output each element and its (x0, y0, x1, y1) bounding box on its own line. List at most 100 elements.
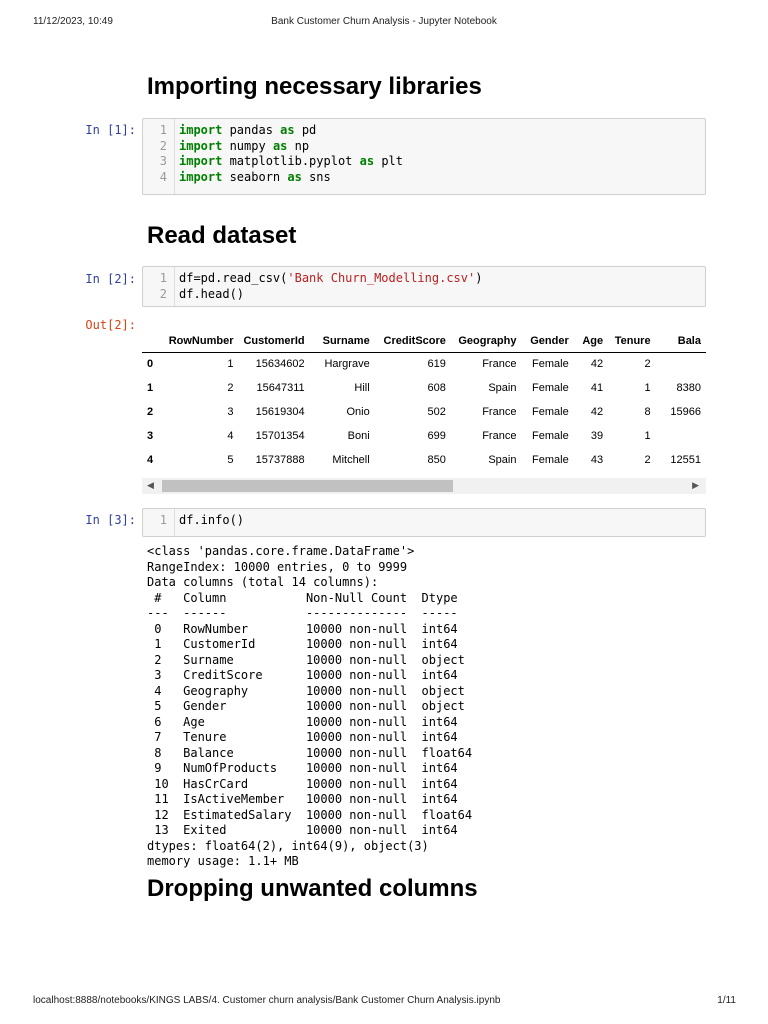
output-line: 12 EstimatedSalary 10000 non-null float6… (147, 807, 473, 822)
table-cell: France (482, 430, 517, 442)
table-row: 4 5 15737888 Mitchell 850 Spain Female 43 2 12551 (142, 448, 706, 472)
output-line: # Column Non-Null Count Dtype (147, 590, 473, 605)
row-index: 0 (147, 358, 154, 371)
output-prompt-2: Out[2]: (85, 318, 136, 332)
code-token: df.head() (179, 286, 245, 301)
code-line: 1 df=pd.read_csv('Bank Churn_Modelling.cs… (143, 271, 705, 287)
keyword-token: import (179, 138, 223, 153)
line-number: 2 (159, 286, 167, 301)
table-cell: 42 (590, 406, 604, 418)
table-cell: 12551 (670, 454, 701, 466)
column-header: Geography (450, 330, 522, 353)
code-line: 3 import matplotlib.pyplot as plt (143, 154, 705, 170)
output-line: 11 IsActiveMember 10000 non-null int64 (147, 792, 473, 806)
column-header (142, 330, 162, 353)
code-text: import pandas as pd (179, 123, 316, 139)
table-cell: 2 (227, 382, 234, 394)
code-token: np (287, 138, 310, 153)
keyword-token: as (280, 123, 295, 137)
heading-importing-libraries: Importing necessary libraries (147, 73, 482, 100)
scroll-right-arrow-icon[interactable]: ▶ (692, 480, 699, 491)
line-number: 4 (159, 169, 167, 184)
keyword-token: import (179, 123, 223, 137)
table-cell: 15647311 (256, 382, 305, 394)
row-index: 3 (147, 430, 154, 442)
code-text: df=pd.read_csv('Bank Churn_Modelling.csv… (179, 271, 482, 287)
table-cell: 5 (227, 454, 234, 466)
table-row: 0 1 15634602 Hargrave 619 France Female 42 2 (142, 352, 706, 376)
column-header: Age (573, 330, 609, 353)
table-cell: Boni (347, 430, 370, 442)
column-header: Bala (655, 330, 706, 353)
scroll-left-arrow-icon[interactable]: ◀ (147, 480, 154, 491)
table-cell: 2 (644, 454, 651, 466)
horizontal-scrollbar[interactable]: ◀ ▶ (142, 478, 706, 494)
code-token: ) (475, 271, 483, 285)
column-header: Gender (521, 330, 574, 353)
table-cell: 41 (590, 382, 604, 394)
page-title: Bank Customer Churn Analysis - Jupyter N… (271, 16, 497, 27)
table-cell: Female (532, 454, 569, 466)
code-token: matplotlib.pyplot (222, 154, 360, 168)
table-cell: 502 (427, 406, 446, 418)
table-cell: 8380 (676, 382, 701, 394)
line-number: 1 (159, 513, 167, 527)
code-cell-2[interactable]: 1 df=pd.read_csv('Bank Churn_Modelling.cs… (142, 266, 706, 307)
code-text: import matplotlib.pyplot as plt (179, 154, 403, 170)
code-text: import numpy as np (179, 139, 309, 155)
table-cell (656, 424, 706, 448)
code-text: import seaborn as sns (179, 170, 331, 186)
table-cell: Spain (488, 382, 517, 394)
code-line: 1 df.info() (143, 513, 705, 529)
table-cell: 1 (644, 430, 651, 442)
output-line: RangeIndex: 10000 entries, 0 to 9999 (147, 559, 408, 574)
table-cell: 1 (227, 358, 234, 371)
code-cell-3[interactable]: 1 df.info() (142, 508, 706, 537)
df-info-output: <class 'pandas.core.frame.DataFrame'> Ran… (147, 544, 472, 870)
column-header: Surname (309, 330, 375, 353)
table-cell: 699 (427, 430, 446, 442)
output-line: dtypes: float64(2), int64(9), object(3) (147, 838, 429, 853)
output-line: 5 Gender 10000 non-null object (147, 699, 473, 713)
row-index: 4 (147, 454, 154, 466)
table-cell: 3 (227, 406, 234, 418)
output-line: 2 Surname 10000 non-null object (147, 652, 473, 667)
string-token: 'Bank Churn_Modelling.csv' (287, 271, 476, 285)
input-prompt-1: In [1]: (85, 123, 136, 137)
table-cell: 4 (227, 430, 234, 442)
scrollbar-thumb[interactable] (162, 480, 453, 492)
code-cell-1[interactable]: 1 import pandas as pd 2 import numpy as np 3… (142, 118, 706, 195)
input-prompt-2: In [2]: (85, 272, 136, 286)
table-cell: Spain (488, 454, 517, 466)
output-line: 3 CreditScore 10000 non-null int64 (147, 668, 473, 682)
output-line: 8 Balance 10000 non-null float64 (147, 745, 473, 760)
column-header: Tenure (608, 330, 656, 353)
table-cell: 15701354 (255, 430, 305, 442)
row-index: 2 (147, 406, 154, 418)
table-cell: 2 (644, 358, 651, 371)
code-token: numpy (222, 138, 273, 153)
output-line: 13 Exited 10000 non-null int64 (147, 823, 473, 837)
column-header: CustomerId (238, 330, 310, 353)
code-line: 2 df.head() (143, 287, 705, 303)
code-token: pd (294, 123, 317, 137)
footer-page-number: 1/11 (717, 995, 736, 1006)
table-cell: 42 (590, 358, 604, 371)
output-line: memory usage: 1.1+ MB (147, 854, 299, 868)
input-prompt-3: In [3]: (85, 513, 136, 527)
keyword-token: as (287, 169, 302, 184)
table-cell: 15966 (670, 406, 701, 418)
table-cell: 608 (427, 382, 446, 394)
output-line: --- ------ -------------- ----- (147, 606, 473, 620)
table-cell: 15737888 (255, 454, 305, 466)
table-cell: Hill (354, 382, 370, 394)
keyword-token: as (359, 154, 375, 168)
output-line: 10 HasCrCard 10000 non-null int64 (147, 776, 473, 791)
table-cell: 850 (427, 454, 446, 466)
table-cell: Onio (346, 406, 370, 418)
table-cell: Female (532, 430, 569, 442)
table-cell: 39 (590, 430, 604, 442)
code-token: df=pd.read_csv( (179, 271, 288, 285)
line-number: 2 (159, 138, 167, 153)
output-line: Data columns (total 14 columns): (147, 575, 379, 589)
